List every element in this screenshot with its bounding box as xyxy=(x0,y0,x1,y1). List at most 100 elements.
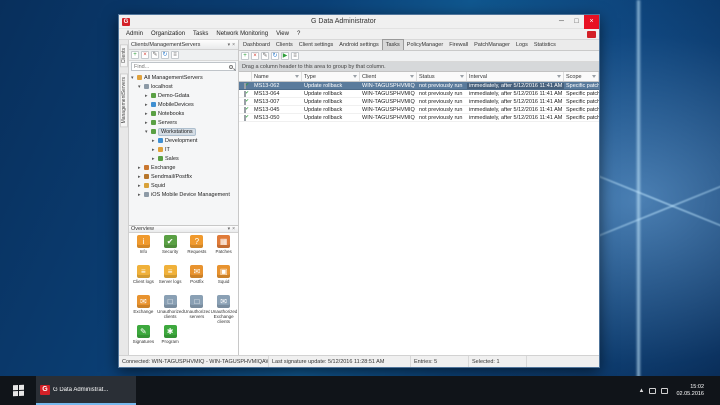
select-all-checkbox[interactable] xyxy=(239,72,252,81)
row-checkbox[interactable] xyxy=(244,107,246,113)
task-list-icon[interactable]: ≡ xyxy=(291,52,299,60)
tree-item-notebooks[interactable]: Notebooks xyxy=(129,109,238,118)
taskbar-clock[interactable]: 15:02 02.05.2016 xyxy=(673,384,707,398)
search-icon xyxy=(229,65,233,69)
refresh-tasks-icon[interactable]: ↻ xyxy=(271,52,279,60)
find-input[interactable] xyxy=(134,64,229,70)
tree-item-development[interactable]: Development xyxy=(129,136,238,145)
tile-exchange[interactable]: ✉Exchange xyxy=(130,295,157,324)
tile-program[interactable]: ✱Program xyxy=(157,325,184,354)
row-checkbox[interactable] xyxy=(244,91,246,97)
tree-item-ios-mdm[interactable]: iOS Mobile Device Management xyxy=(129,190,238,199)
menu-tasks[interactable]: Tasks xyxy=(189,29,212,40)
add-client-icon[interactable]: + xyxy=(131,51,139,59)
tab-firewall[interactable]: Firewall xyxy=(446,40,471,50)
table-row[interactable]: MS13-064 Update rollback WIN-TAGUSPHVMIQ… xyxy=(239,90,599,98)
row-checkbox[interactable] xyxy=(244,115,246,121)
client-logs-icon: ≡ xyxy=(137,265,150,278)
hidden-icons-chevron[interactable]: ▲ xyxy=(639,388,645,394)
menu-help[interactable]: ? xyxy=(293,29,304,40)
filter-icon[interactable] xyxy=(460,75,464,78)
filter-icon[interactable] xyxy=(410,75,414,78)
menu-organization[interactable]: Organization xyxy=(147,29,189,40)
tile-requests[interactable]: ?Requests xyxy=(184,235,211,264)
column-scope[interactable]: Scope xyxy=(564,72,599,81)
filter-icon[interactable] xyxy=(557,75,561,78)
title-bar[interactable]: G G Data Administrator ─ □ × xyxy=(119,15,599,29)
run-task-icon[interactable]: ▶ xyxy=(281,52,289,60)
tree-item-sales[interactable]: Sales xyxy=(129,154,238,163)
minimize-button[interactable]: ─ xyxy=(554,15,569,29)
tree-item-localhost[interactable]: localhost xyxy=(129,82,238,91)
tile-server-logs[interactable]: ≡Server logs xyxy=(157,265,184,294)
tree-item-sendmail-postfix[interactable]: Sendmail/Postfix xyxy=(129,172,238,181)
menu-admin[interactable]: Admin xyxy=(122,29,147,40)
row-checkbox[interactable] xyxy=(244,99,246,105)
server-logs-icon: ≡ xyxy=(164,265,177,278)
refresh-clients-icon[interactable]: ↻ xyxy=(161,51,169,59)
volume-icon[interactable] xyxy=(661,388,668,394)
tree-item-demo-gdata[interactable]: Demo-Gdata xyxy=(129,91,238,100)
tree-item-servers[interactable]: Servers xyxy=(129,118,238,127)
panel-close-icon[interactable]: × xyxy=(231,226,236,232)
tile-info[interactable]: iInfo xyxy=(130,235,157,264)
clients-panel-header: Clients/ManagementServers ▾ × xyxy=(129,40,238,50)
tile-client-logs[interactable]: ≡Client logs xyxy=(130,265,157,294)
row-checkbox[interactable] xyxy=(244,83,246,89)
table-row[interactable]: MS13-007 Update rollback WIN-TAGUSPHVMIQ… xyxy=(239,98,599,106)
filter-icon[interactable] xyxy=(353,75,357,78)
tab-android-settings[interactable]: Android settings xyxy=(336,40,381,50)
table-header: Name Type Client Status Interval Scope xyxy=(239,72,599,82)
column-name[interactable]: Name xyxy=(252,72,302,81)
menu-network-monitoring[interactable]: Network Monitoring xyxy=(212,29,272,40)
tree-item-all-managementservers[interactable]: All ManagementServers xyxy=(129,73,238,82)
table-row[interactable]: MS13-050 Update rollback WIN-TAGUSPHVMIQ… xyxy=(239,114,599,122)
tree-item-squid[interactable]: Squid xyxy=(129,181,238,190)
taskbar-app-gdata[interactable]: G G Data Administrat... xyxy=(36,376,136,405)
start-button[interactable] xyxy=(0,376,36,405)
tree-item-exchange[interactable]: Exchange xyxy=(129,163,238,172)
tile-patches[interactable]: ▦Patches xyxy=(210,235,237,264)
tile-squid[interactable]: ▣Squid xyxy=(210,265,237,294)
tab-client-settings[interactable]: Client settings xyxy=(296,40,337,50)
delete-task-icon[interactable]: × xyxy=(251,52,259,60)
close-button[interactable]: × xyxy=(584,15,599,29)
tile-unauthorized-clients[interactable]: □Unauthorized clients xyxy=(157,295,184,324)
column-client[interactable]: Client xyxy=(360,72,417,81)
side-tab-managementservers[interactable]: ManagementServers xyxy=(120,73,128,127)
table-row[interactable]: MS13-045 Update rollback WIN-TAGUSPHVMIQ… xyxy=(239,106,599,114)
tile-unauthorized-exchange-clients[interactable]: ✉Unauthorized Exchange clients xyxy=(210,295,237,324)
panel-close-icon[interactable]: × xyxy=(231,42,236,48)
tile-signatures[interactable]: ✎Signatures xyxy=(130,325,157,354)
table-row[interactable]: MS13-062 Update rollback WIN-TAGUSPHVMIQ… xyxy=(239,82,599,90)
tree-item-mobiledevices[interactable]: MobileDevices xyxy=(129,100,238,109)
edit-task-icon[interactable]: ✎ xyxy=(261,52,269,60)
list-view-icon[interactable]: ≡ xyxy=(171,51,179,59)
find-box[interactable] xyxy=(131,62,236,71)
tile-security[interactable]: ✔Security xyxy=(157,235,184,264)
edit-client-icon[interactable]: ✎ xyxy=(151,51,159,59)
maximize-button[interactable]: □ xyxy=(569,15,584,29)
tile-unauthorized-servers[interactable]: □Unauthorized servers xyxy=(184,295,211,324)
side-tab-clients[interactable]: Clients xyxy=(120,44,128,67)
column-interval[interactable]: Interval xyxy=(467,72,564,81)
new-task-icon[interactable]: + xyxy=(241,52,249,60)
filter-icon[interactable] xyxy=(592,75,596,78)
tab-logs[interactable]: Logs xyxy=(513,40,531,50)
tree-item-workstations[interactable]: Workstations xyxy=(129,127,238,136)
tab-patchmanager[interactable]: PatchManager xyxy=(471,40,513,50)
tab-statistics[interactable]: Statistics xyxy=(531,40,559,50)
group-by-bar[interactable]: Drag a column header to this area to gro… xyxy=(239,62,599,72)
tree-item-it[interactable]: IT xyxy=(129,145,238,154)
network-icon[interactable] xyxy=(649,388,656,394)
tab-tasks[interactable]: Tasks xyxy=(382,39,404,50)
tab-policymanager[interactable]: PolicyManager xyxy=(404,40,446,50)
tab-clients[interactable]: Clients xyxy=(273,40,296,50)
column-status[interactable]: Status xyxy=(417,72,467,81)
tab-dashboard[interactable]: Dashboard xyxy=(240,40,273,50)
menu-view[interactable]: View xyxy=(272,29,293,40)
filter-icon[interactable] xyxy=(295,75,299,78)
tile-postfix[interactable]: ✉Postfix xyxy=(184,265,211,294)
column-type[interactable]: Type xyxy=(302,72,360,81)
delete-client-icon[interactable]: × xyxy=(141,51,149,59)
